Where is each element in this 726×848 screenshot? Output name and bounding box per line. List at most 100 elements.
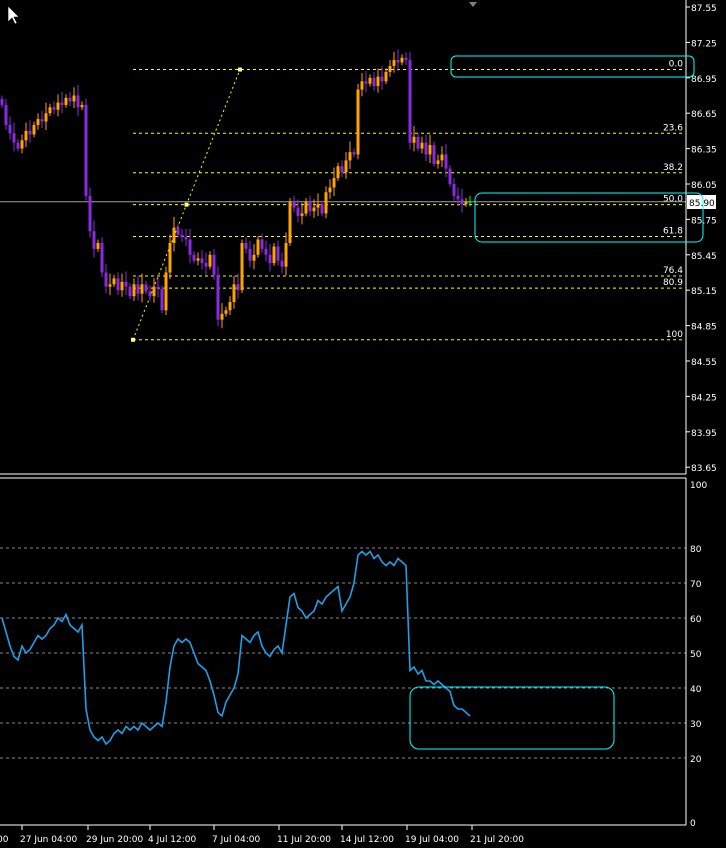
trading-chart[interactable]: 0.0 23.6 38.2 50.0 61.8 76.4 80.9 100 87.55 87.2…: [0, 0, 726, 848]
candle: [72, 87, 76, 109]
candle: [248, 240, 252, 268]
candle-body: [76, 95, 80, 108]
candle: [240, 239, 244, 294]
candle-body: [92, 231, 96, 249]
candle: [320, 200, 324, 217]
candle-body: [112, 278, 116, 285]
rsi-indicator-pane[interactable]: [0, 547, 686, 759]
time-label: 11 Jul 20:00: [277, 835, 331, 845]
candle: [52, 101, 56, 115]
candle: [464, 198, 468, 207]
candle: [32, 121, 36, 138]
mouse-cursor-icon: [7, 5, 20, 25]
candle-body: [128, 286, 132, 297]
price-label: 85.75: [691, 216, 717, 226]
candle: [344, 152, 348, 179]
fib-level-label: 80.9: [663, 278, 683, 288]
candle-body: [12, 133, 16, 143]
time-axis: 00 27 Jun 04:00 29 Jun 20:00 4 Jul 12:00 7 J…: [0, 825, 524, 845]
candle: [128, 283, 132, 299]
candle-body: [376, 76, 380, 87]
candle: [68, 91, 72, 107]
candle: [12, 122, 16, 152]
candle: [196, 252, 200, 266]
candle: [424, 134, 428, 162]
candle-body: [148, 291, 152, 297]
candle: [288, 198, 292, 246]
price-label: 85.45: [691, 252, 717, 262]
candle: [104, 264, 108, 294]
candle-body: [384, 71, 388, 82]
price-pane[interactable]: 0.0 23.6 38.2 50.0 61.8 76.4 80.9 100: [0, 49, 686, 342]
candle-body: [328, 187, 332, 193]
current-price-text: 85.90: [689, 199, 715, 209]
candle-body: [364, 81, 368, 84]
rsi-axis-label: 0: [690, 819, 696, 829]
candle-body: [396, 60, 400, 63]
candle: [60, 91, 64, 114]
candle-body: [252, 254, 256, 261]
candle: [396, 49, 400, 71]
candle-body: [140, 284, 144, 294]
candle-body: [168, 243, 172, 273]
candle: [340, 160, 344, 177]
candle: [132, 278, 136, 301]
fib-level-label: 100: [666, 330, 683, 340]
candle: [232, 276, 236, 309]
candle: [300, 202, 304, 225]
candle-body: [20, 140, 24, 149]
candle-body: [352, 152, 356, 155]
candle: [328, 179, 332, 199]
candle: [316, 193, 320, 217]
candle: [88, 187, 92, 238]
candle: [432, 141, 436, 167]
candle-body: [180, 234, 184, 238]
time-label: 14 Jul 12:00: [340, 835, 394, 845]
candle-body: [100, 243, 104, 273]
candle-body: [380, 76, 384, 82]
candle: [388, 60, 392, 77]
candle-body: [36, 119, 40, 125]
candle: [256, 235, 260, 258]
candle-body: [272, 246, 276, 264]
candle: [280, 252, 284, 274]
rsi-axis-label: 50: [690, 650, 702, 660]
price-label: 84.55: [691, 358, 717, 368]
candle: [16, 139, 20, 152]
candle-body: [152, 286, 156, 297]
candle: [28, 120, 32, 143]
candle-body: [284, 243, 288, 267]
candle: [24, 122, 28, 147]
candle-body: [408, 60, 412, 143]
fib-anchor-handle[interactable]: [184, 202, 189, 207]
candle-body: [464, 201, 468, 205]
candle: [416, 133, 420, 152]
price-label: 86.05: [691, 181, 717, 191]
candle-body: [232, 284, 236, 302]
candle: [448, 165, 452, 187]
candle: [36, 113, 40, 130]
candle-body: [368, 77, 372, 84]
candle: [412, 126, 416, 152]
candle-body: [184, 237, 188, 240]
candle-body: [8, 125, 12, 134]
candle-body: [88, 195, 92, 232]
fib-anchor-handle[interactable]: [238, 67, 242, 72]
candle-body: [304, 201, 308, 214]
rsi-axis-label: 100: [690, 481, 707, 491]
candle: [364, 70, 368, 93]
candle-body: [468, 201, 472, 203]
candle-body: [224, 310, 228, 314]
fib-level-label: 23.6: [663, 123, 683, 133]
chart-shift-marker-icon[interactable]: [469, 2, 477, 7]
candle: [80, 101, 84, 111]
candle-body: [172, 227, 176, 243]
fib-anchor-handle[interactable]: [131, 337, 135, 342]
candle-body: [28, 130, 32, 135]
candle-body: [48, 107, 52, 114]
candle-body: [280, 260, 284, 267]
candle-body: [264, 248, 268, 255]
time-label: 7 Jul 04:00: [212, 835, 261, 845]
candle: [456, 187, 460, 206]
candle: [84, 99, 88, 201]
